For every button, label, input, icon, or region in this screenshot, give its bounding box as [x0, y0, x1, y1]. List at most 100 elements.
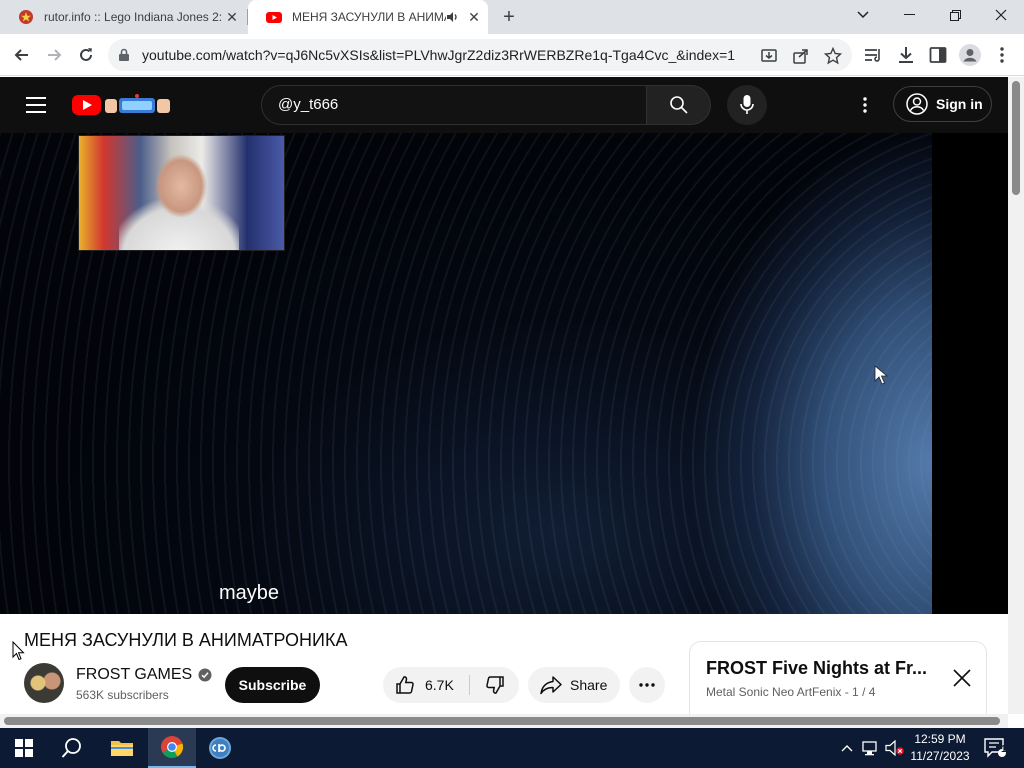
youtube-masthead: Sign in — [0, 77, 1008, 133]
clock-time: 12:59 PM — [914, 732, 966, 746]
chevron-down-icon — [857, 11, 869, 19]
video-title: МЕНЯ ЗАСУНУЛИ В АНИМАТРОНИКА — [24, 630, 348, 650]
new-tab-button[interactable]: + — [497, 5, 521, 29]
verified-badge-icon — [198, 668, 212, 682]
more-vertical-icon — [863, 97, 867, 113]
file-explorer-icon — [111, 741, 133, 756]
audio-playing-icon[interactable] — [446, 10, 460, 24]
like-button[interactable]: 6.7K — [383, 667, 468, 703]
chrome-icon — [161, 736, 184, 758]
share-page-icon[interactable] — [792, 47, 810, 65]
tab-search-button[interactable] — [840, 0, 886, 30]
action-center-button[interactable]: 1 — [980, 728, 1010, 768]
restore-button[interactable] — [932, 0, 978, 30]
close-tab-icon[interactable]: ✕ — [466, 9, 482, 25]
channel-avatar[interactable] — [24, 663, 64, 703]
streamer-webcam-overlay — [78, 135, 285, 251]
network-status-button[interactable] — [860, 728, 882, 768]
tab-youtube-video[interactable]: МЕНЯ ЗАСУНУЛИ В АНИМА ✕ — [248, 0, 488, 34]
notification-count: 1 — [1001, 744, 1007, 755]
minimize-button[interactable] — [886, 0, 932, 30]
reload-icon — [80, 48, 92, 61]
arrow-right-icon — [48, 49, 62, 61]
tab-title: rutor.info :: Lego Indiana Jones 2: — [44, 10, 223, 24]
arrow-left-icon — [14, 49, 28, 61]
subscriber-count: 563K subscribers — [76, 688, 169, 702]
system-clock[interactable]: 12:59 PM 11/27/2023 — [906, 731, 974, 765]
windows-taskbar: 12:59 PM 11/27/2023 1 — [0, 728, 1024, 768]
rutor-favicon-icon — [19, 10, 33, 24]
url-text[interactable]: youtube.com/watch?v=qJ6Nc5vXSIs&list=PLV… — [142, 47, 735, 63]
voice-search-button[interactable] — [727, 85, 767, 125]
sign-in-button[interactable]: Sign in — [893, 86, 992, 122]
video-letterbox — [932, 133, 1008, 614]
search-input[interactable] — [278, 96, 628, 113]
show-hidden-icons-button[interactable] — [836, 728, 858, 768]
file-explorer-button[interactable] — [98, 728, 146, 768]
bookmark-star-icon[interactable] — [824, 47, 842, 65]
search-button[interactable] — [647, 85, 711, 125]
taskbar-search-button[interactable] — [48, 728, 96, 768]
share-button[interactable]: Share — [528, 667, 620, 703]
vertical-scrollbar[interactable] — [1008, 77, 1024, 714]
volume-button[interactable] — [884, 728, 906, 768]
playlist-title[interactable]: FROST Five Nights at Fr... — [706, 658, 936, 679]
horizontal-scroll-thumb[interactable] — [4, 717, 1000, 725]
qbittorrent-icon — [209, 737, 231, 759]
back-button[interactable] — [10, 43, 34, 67]
subscribe-button[interactable]: Subscribe — [225, 667, 320, 703]
youtube-doodle-logo[interactable] — [72, 93, 172, 117]
close-tab-icon[interactable]: ✕ — [224, 9, 240, 25]
restore-icon — [949, 9, 961, 21]
clock-date: 11/27/2023 — [910, 749, 970, 763]
playlist-subtitle: Metal Sonic Neo ArtFenix - 1 / 4 — [706, 685, 876, 699]
horizontal-scrollbar[interactable] — [0, 714, 1008, 728]
start-button[interactable] — [0, 728, 48, 768]
lock-icon[interactable] — [118, 48, 130, 62]
hamburger-menu-icon[interactable] — [26, 97, 46, 113]
thumbs-down-icon — [485, 676, 504, 694]
close-playlist-button[interactable] — [950, 666, 974, 690]
install-app-icon[interactable] — [760, 47, 778, 65]
address-bar[interactable]: youtube.com/watch?v=qJ6Nc5vXSIs&list=PLV… — [108, 39, 852, 71]
side-panel-icon[interactable] — [928, 45, 948, 65]
vertical-scroll-thumb[interactable] — [1012, 81, 1020, 195]
chrome-taskbar-button[interactable] — [148, 728, 196, 768]
channel-name[interactable]: FROST GAMES — [76, 666, 192, 684]
more-horizontal-icon — [639, 683, 655, 687]
minimize-icon — [903, 14, 915, 15]
sign-in-label: Sign in — [936, 96, 983, 112]
settings-menu-button[interactable] — [855, 93, 875, 117]
video-player[interactable]: maybe — [0, 133, 1008, 614]
like-dislike-group: 6.7K — [383, 667, 519, 703]
chevron-up-icon — [841, 745, 853, 752]
microphone-icon — [740, 95, 754, 114]
close-icon — [995, 9, 1007, 21]
close-window-button[interactable] — [978, 0, 1024, 30]
qbittorrent-taskbar-button[interactable] — [196, 728, 244, 768]
network-icon — [862, 741, 877, 756]
like-count: 6.7K — [425, 677, 454, 693]
volume-muted-icon — [885, 740, 904, 756]
in-game-cursor-icon — [874, 365, 889, 385]
thumbs-up-icon — [396, 676, 414, 694]
browser-menu-icon[interactable] — [992, 45, 1012, 65]
account-circle-icon — [906, 93, 928, 115]
reading-list-icon[interactable] — [863, 45, 883, 65]
more-actions-button[interactable] — [629, 667, 665, 703]
search-box[interactable] — [261, 85, 647, 125]
search-icon — [669, 96, 688, 114]
video-caption: maybe — [219, 582, 280, 604]
profile-avatar-icon[interactable] — [959, 44, 981, 66]
share-label: Share — [570, 677, 608, 693]
downloads-icon[interactable] — [896, 45, 916, 65]
start-icon — [15, 739, 33, 757]
playlist-panel[interactable]: FROST Five Nights at Fr... Metal Sonic N… — [689, 641, 987, 721]
dislike-button[interactable] — [470, 667, 519, 703]
tab-rutor[interactable]: rutor.info :: Lego Indiana Jones 2: ✕ — [0, 0, 246, 34]
close-icon — [953, 669, 971, 687]
forward-button[interactable] — [42, 43, 66, 67]
channel-name-link[interactable]: FROST GAMES — [76, 666, 212, 684]
search-icon — [61, 738, 81, 758]
reload-button[interactable] — [74, 43, 98, 67]
